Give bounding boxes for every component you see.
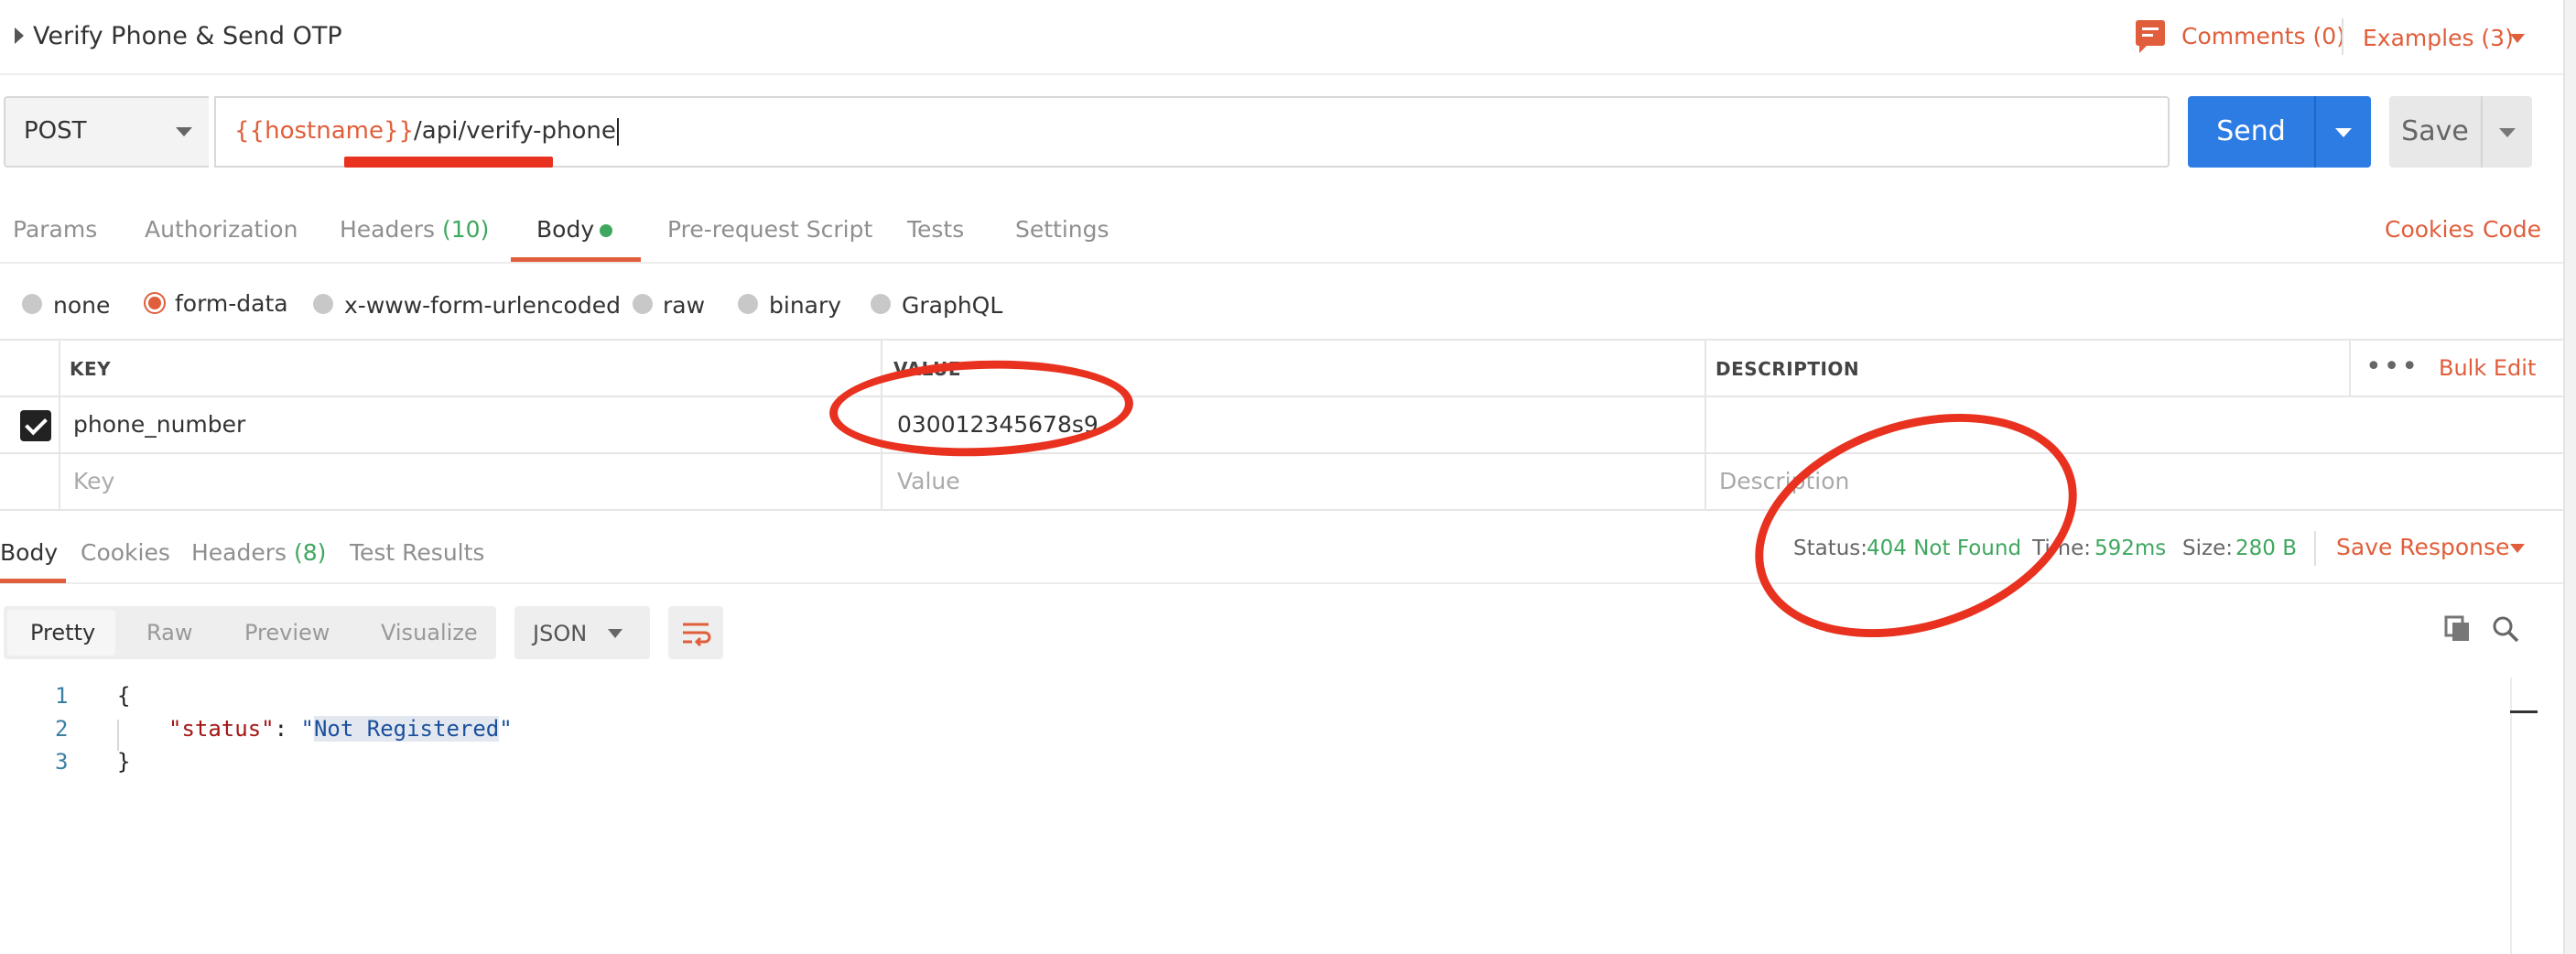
comments-link[interactable]: Comments (0): [2181, 20, 2345, 53]
tab-headers-count: (10): [442, 216, 490, 243]
table-header-divider: [0, 396, 2563, 397]
editor-scrollbar[interactable]: [2510, 678, 2512, 954]
examples-dropdown[interactable]: Examples (3): [2363, 22, 2514, 55]
view-mode-visualize[interactable]: Visualize: [381, 606, 478, 659]
bulk-edit-link[interactable]: Bulk Edit: [2439, 352, 2536, 385]
collapse-caret-icon[interactable]: [15, 27, 24, 44]
radio-urlencoded[interactable]: [313, 294, 333, 314]
cookies-link[interactable]: Cookies: [2385, 213, 2474, 246]
format-chevron-down-icon: [608, 629, 622, 638]
code-link[interactable]: Code: [2483, 213, 2541, 246]
active-tab-indicator: [511, 257, 641, 262]
radio-binary[interactable]: [738, 294, 758, 314]
tab-settings[interactable]: Settings: [1015, 213, 1109, 246]
response-meta-divider: [2314, 531, 2316, 566]
radio-none[interactable]: [22, 294, 42, 314]
save-response-dropdown[interactable]: Save Response: [2336, 531, 2509, 564]
save-chevron-down-icon: [2499, 128, 2516, 137]
request-title[interactable]: Verify Phone & Send OTP: [33, 18, 342, 55]
url-text[interactable]: {{hostname}}/api/verify-phone: [234, 114, 619, 148]
view-mode-raw[interactable]: Raw: [146, 606, 192, 659]
new-key-input[interactable]: Key: [73, 465, 114, 498]
response-tabs-divider: [0, 582, 2563, 584]
code-line: }: [117, 749, 131, 775]
table-col-divider: [1705, 341, 1706, 509]
save-label: Save: [2401, 115, 2469, 147]
tab-tests[interactable]: Tests: [907, 213, 964, 246]
send-label: Send: [2216, 115, 2286, 147]
radio-urlencoded-label[interactable]: x-www-form-urlencoded: [344, 289, 621, 322]
method-chevron-down-icon: [176, 127, 192, 136]
scrollbar-position-marker: [2510, 710, 2538, 713]
code-line: "status": "Not Registered": [168, 712, 513, 745]
radio-none-label[interactable]: none: [53, 289, 110, 322]
examples-chevron-down-icon[interactable]: [2510, 34, 2525, 43]
radio-raw[interactable]: [633, 294, 653, 314]
response-active-tab-indicator: [0, 579, 66, 583]
send-chevron-down-icon: [2335, 128, 2352, 137]
send-button[interactable]: Send: [2188, 96, 2314, 168]
line-number: 2: [55, 716, 69, 742]
radio-form-data[interactable]: [144, 292, 166, 314]
new-value-input[interactable]: Value: [897, 465, 960, 498]
row-key-cell[interactable]: phone_number: [73, 408, 245, 441]
response-tab-test-results[interactable]: Test Results: [350, 537, 484, 569]
table-col-divider: [59, 341, 60, 509]
tab-authorization[interactable]: Authorization: [145, 213, 298, 246]
json-quote: ": [300, 716, 314, 742]
body-modified-dot-icon: [600, 224, 612, 237]
wrap-lines-icon: [683, 623, 711, 647]
search-icon[interactable]: [2490, 613, 2521, 645]
url-variable: {{hostname}}: [234, 117, 415, 145]
url-path: /api/verify-phone: [414, 117, 616, 145]
response-tab-headers[interactable]: Headers (8): [191, 537, 326, 569]
json-quote: ": [499, 716, 513, 742]
column-header-key: KEY: [70, 358, 112, 380]
response-tab-cookies[interactable]: Cookies: [81, 537, 170, 569]
tab-body[interactable]: Body: [536, 213, 594, 246]
save-response-chevron-down-icon[interactable]: [2510, 544, 2525, 553]
save-button[interactable]: Save: [2389, 96, 2481, 168]
json-key: "status": [168, 716, 275, 742]
view-mode-pretty[interactable]: Pretty: [30, 606, 95, 659]
copy-icon[interactable]: [2442, 613, 2473, 645]
method-value: POST: [24, 117, 87, 145]
radio-form-data-label[interactable]: form-data: [175, 287, 288, 320]
radio-binary-label[interactable]: binary: [769, 289, 841, 322]
form-data-table: [0, 339, 2563, 511]
more-options-icon[interactable]: •••: [2365, 353, 2419, 381]
format-value: JSON: [533, 621, 588, 646]
json-string-value: Not Registered: [313, 716, 500, 742]
table-col-divider: [2349, 341, 2351, 396]
response-tab-headers-label: Headers: [191, 539, 287, 566]
tab-prerequest-script[interactable]: Pre-request Script: [667, 213, 872, 246]
line-number: 1: [55, 683, 69, 709]
size-value[interactable]: 280 B: [2235, 533, 2297, 564]
request-tabs-divider: [0, 262, 2563, 264]
code-line: {: [117, 683, 131, 709]
radio-graphql[interactable]: [871, 294, 891, 314]
column-header-description: DESCRIPTION: [1716, 358, 1860, 380]
wrap-lines-button[interactable]: [668, 606, 723, 659]
json-separator: :: [274, 716, 301, 742]
time-value[interactable]: 592ms: [2094, 533, 2166, 564]
annotation-underline: [344, 157, 553, 168]
table-row-divider: [0, 452, 2563, 454]
tab-params[interactable]: Params: [13, 213, 97, 246]
row-enabled-checkbox[interactable]: [20, 410, 51, 441]
request-title-bar: [0, 0, 2563, 75]
radio-raw-label[interactable]: raw: [663, 289, 705, 322]
response-tab-body[interactable]: Body: [0, 537, 58, 569]
text-cursor: [616, 117, 619, 146]
line-number: 3: [55, 749, 69, 775]
size-label: Size:: [2182, 537, 2233, 560]
title-divider: [2342, 18, 2343, 55]
tab-headers-label: Headers: [340, 216, 436, 243]
response-tab-headers-count: (8): [294, 539, 327, 566]
view-mode-preview[interactable]: Preview: [244, 606, 330, 659]
comment-icon[interactable]: [2136, 20, 2165, 53]
radio-graphql-label[interactable]: GraphQL: [902, 289, 1002, 322]
window-scrollbar[interactable]: [2563, 0, 2576, 954]
tab-headers[interactable]: Headers (10): [340, 213, 489, 246]
